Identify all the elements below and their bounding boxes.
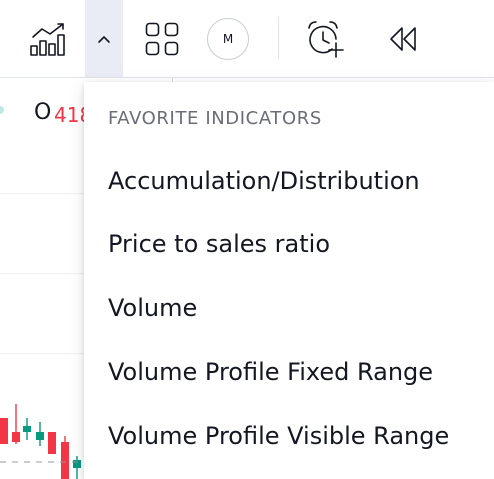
replay-back-button[interactable] (376, 0, 432, 77)
candle-down (48, 432, 56, 454)
chart-screen: M O 41 FAVORITE INDICATORS Accumulation/… (0, 0, 494, 479)
favorites-toggle-button[interactable] (85, 0, 123, 77)
menu-item-label: Accumulation/Distribution (108, 167, 420, 195)
replay-mode-button[interactable]: M (202, 0, 254, 77)
menu-item-price-to-sales-ratio[interactable]: Price to sales ratio (84, 215, 494, 273)
grid-line (0, 273, 84, 274)
indicators-chart-icon (30, 22, 66, 56)
grid-line (0, 193, 84, 194)
candle-down (0, 418, 8, 444)
create-alert-button[interactable] (298, 0, 354, 77)
candle-up (36, 432, 44, 440)
grid-icon (145, 22, 179, 56)
menu-item-volume[interactable]: Volume (84, 279, 494, 337)
ohlc-open-value: 418 (54, 103, 84, 127)
candle-down (12, 432, 20, 442)
status-dot (0, 106, 4, 114)
candlestick-series (0, 404, 84, 479)
toolbar-separator (278, 17, 279, 59)
menu-item-label: Price to sales ratio (108, 230, 331, 258)
indicator-templates-button[interactable] (139, 0, 185, 77)
candle-up (73, 460, 81, 468)
top-toolbar: M (0, 0, 494, 78)
grid-line (0, 353, 84, 354)
candle-up (23, 426, 31, 432)
indicators-button[interactable] (18, 0, 78, 77)
menu-item-accumulation-distribution[interactable]: Accumulation/Distribution (84, 152, 494, 210)
alarm-clock-plus-icon (304, 19, 348, 59)
menu-item-label: Volume Profile Fixed Range (108, 358, 434, 386)
menu-header: FAVORITE INDICATORS (108, 108, 322, 129)
favorite-indicators-menu: FAVORITE INDICATORS Accumulation/Distrib… (84, 82, 494, 479)
menu-item-volume-profile-fixed-range[interactable]: Volume Profile Fixed Range (84, 343, 494, 401)
menu-item-volume-profile-visible-range[interactable]: Volume Profile Visible Range (84, 407, 494, 465)
candle-down (61, 442, 69, 479)
ohlc-open-label: O (34, 100, 52, 125)
menu-item-label: Volume (108, 294, 198, 322)
menu-item-label: Volume Profile Visible Range (108, 422, 450, 450)
chevron-up-icon (97, 34, 111, 44)
replay-mode-label: M (207, 17, 249, 60)
rewind-icon (388, 25, 420, 53)
